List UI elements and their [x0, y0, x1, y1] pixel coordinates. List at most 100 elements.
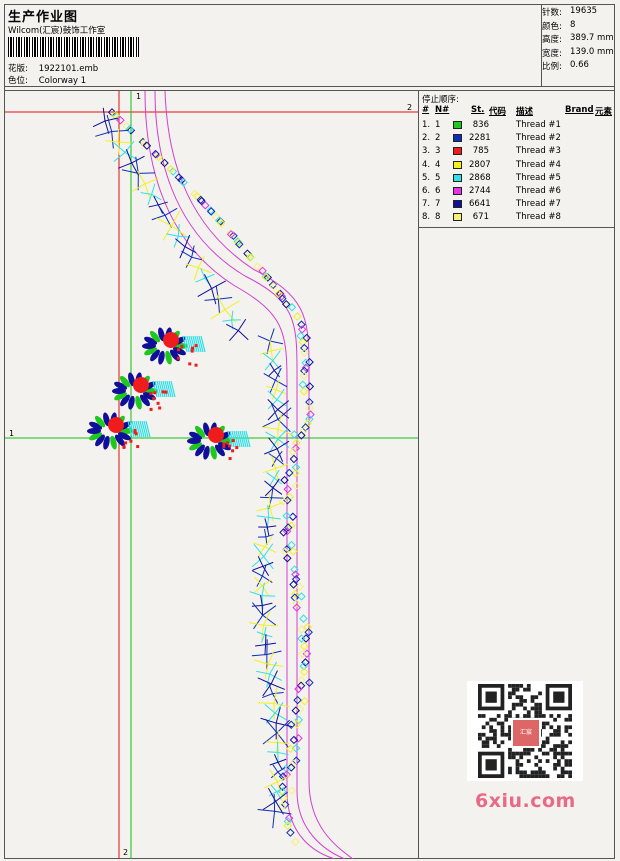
qr-module	[568, 725, 572, 730]
stitch-dot	[161, 390, 165, 394]
stitch-spray	[262, 467, 276, 474]
thread-n: 1	[435, 120, 441, 130]
qr-module	[485, 691, 497, 703]
stitch-spray	[260, 350, 272, 355]
qr-module	[564, 729, 569, 733]
qr-module	[478, 714, 482, 718]
qr-module	[545, 751, 550, 756]
qr-module	[508, 766, 512, 771]
qr-module	[556, 744, 561, 748]
qr-module	[526, 684, 531, 688]
qr-module	[530, 699, 535, 703]
qr-module	[534, 762, 539, 767]
stitch-spray	[269, 761, 279, 766]
thread-swatch	[453, 186, 462, 195]
qr-module	[515, 766, 520, 771]
stitch-spray	[267, 505, 270, 518]
stitch-spray	[261, 426, 279, 430]
stitch-spray	[177, 224, 180, 237]
stitch-dot	[235, 446, 239, 450]
thread-swatch	[453, 160, 462, 169]
stitch-spray	[211, 288, 217, 305]
stitch-spray	[217, 299, 220, 313]
thread-swatch	[453, 173, 462, 182]
qr-module	[538, 766, 542, 771]
stitch-spray	[277, 428, 294, 436]
qr-module	[549, 747, 554, 752]
qr-module	[511, 755, 516, 760]
qr-module	[545, 721, 550, 726]
qr-module	[538, 774, 542, 778]
qr-module	[515, 762, 520, 767]
stitch-spray	[276, 719, 290, 734]
stitch-spray	[237, 330, 249, 341]
stitch-spray	[267, 650, 275, 665]
studio-name: Wilcom(汇宸)鼓饰工作室	[8, 26, 106, 36]
thread-n: 2	[435, 133, 441, 144]
qr-module	[534, 774, 539, 778]
stitch-spray	[272, 487, 283, 495]
qr-module	[508, 684, 512, 688]
qr-module	[515, 751, 520, 756]
qr-module	[556, 729, 561, 733]
qr-module	[504, 717, 509, 722]
stitch-spray	[164, 207, 178, 216]
stitch-dot	[228, 457, 232, 461]
stitch-spray	[263, 624, 279, 627]
qr-module	[515, 684, 520, 688]
col-brand: Brand	[565, 105, 594, 115]
stitch-spray	[262, 800, 276, 811]
qr-module	[545, 774, 550, 778]
qr-module	[556, 774, 561, 778]
thread-row: 5. 5 2868 Thread #5	[422, 172, 614, 185]
qr-module	[534, 702, 539, 707]
thread-description: Thread #7	[516, 199, 561, 210]
stitch-dot	[149, 391, 153, 395]
qr-module	[568, 774, 572, 778]
qr-module	[553, 732, 557, 737]
qr-module	[560, 744, 565, 748]
stitch-spray	[229, 330, 239, 342]
stitch-diamond	[289, 547, 298, 556]
stitch-dot	[176, 356, 180, 360]
qr-module	[489, 729, 494, 733]
qr-module	[523, 706, 527, 711]
qr-module	[556, 725, 561, 730]
stitch-dot	[136, 445, 140, 449]
thread-stitches: 785	[472, 146, 489, 157]
qr-module	[538, 770, 542, 775]
qr-module	[541, 740, 546, 745]
stitch-spray	[253, 585, 263, 594]
qr-module	[560, 751, 565, 756]
stitch-diamond	[297, 649, 307, 659]
stitch-spray	[210, 309, 226, 320]
stitch-spray	[270, 784, 278, 792]
thread-row: 4. 4 2807 Thread #4	[422, 159, 614, 172]
stitch-diamond	[297, 634, 306, 643]
stitch-diamond	[300, 343, 309, 353]
qr-module	[560, 770, 565, 775]
stitch-spray	[148, 204, 159, 208]
stats-block: 针数: 19635 颜色: 8 高度: 389.7 mm 宽度: 139.0 mm 比例…	[542, 5, 614, 87]
stitch-spray	[269, 340, 284, 345]
qr-module	[508, 751, 512, 756]
qr-module	[519, 774, 524, 778]
qr-module	[496, 721, 501, 726]
qr-module	[515, 695, 520, 700]
qr-module	[538, 710, 542, 715]
qr-module	[553, 744, 557, 748]
thread-row: 2. 2 2281 Thread #2	[422, 132, 614, 145]
stitch-spray	[272, 811, 276, 829]
stitch-diamond	[305, 382, 315, 391]
thread-n: 5	[435, 172, 441, 183]
qr-module	[538, 706, 542, 711]
stitch-spray	[132, 183, 146, 192]
col-desc: 描述	[516, 107, 534, 117]
colorway-value: Colorway 1	[38, 76, 87, 86]
thread-num: 8.	[422, 212, 431, 223]
stitch-dot	[222, 442, 226, 446]
qr-module	[541, 774, 546, 778]
thread-description: Thread #3	[516, 146, 561, 157]
stitch-spray	[277, 428, 288, 440]
stitch-spray	[185, 256, 193, 268]
